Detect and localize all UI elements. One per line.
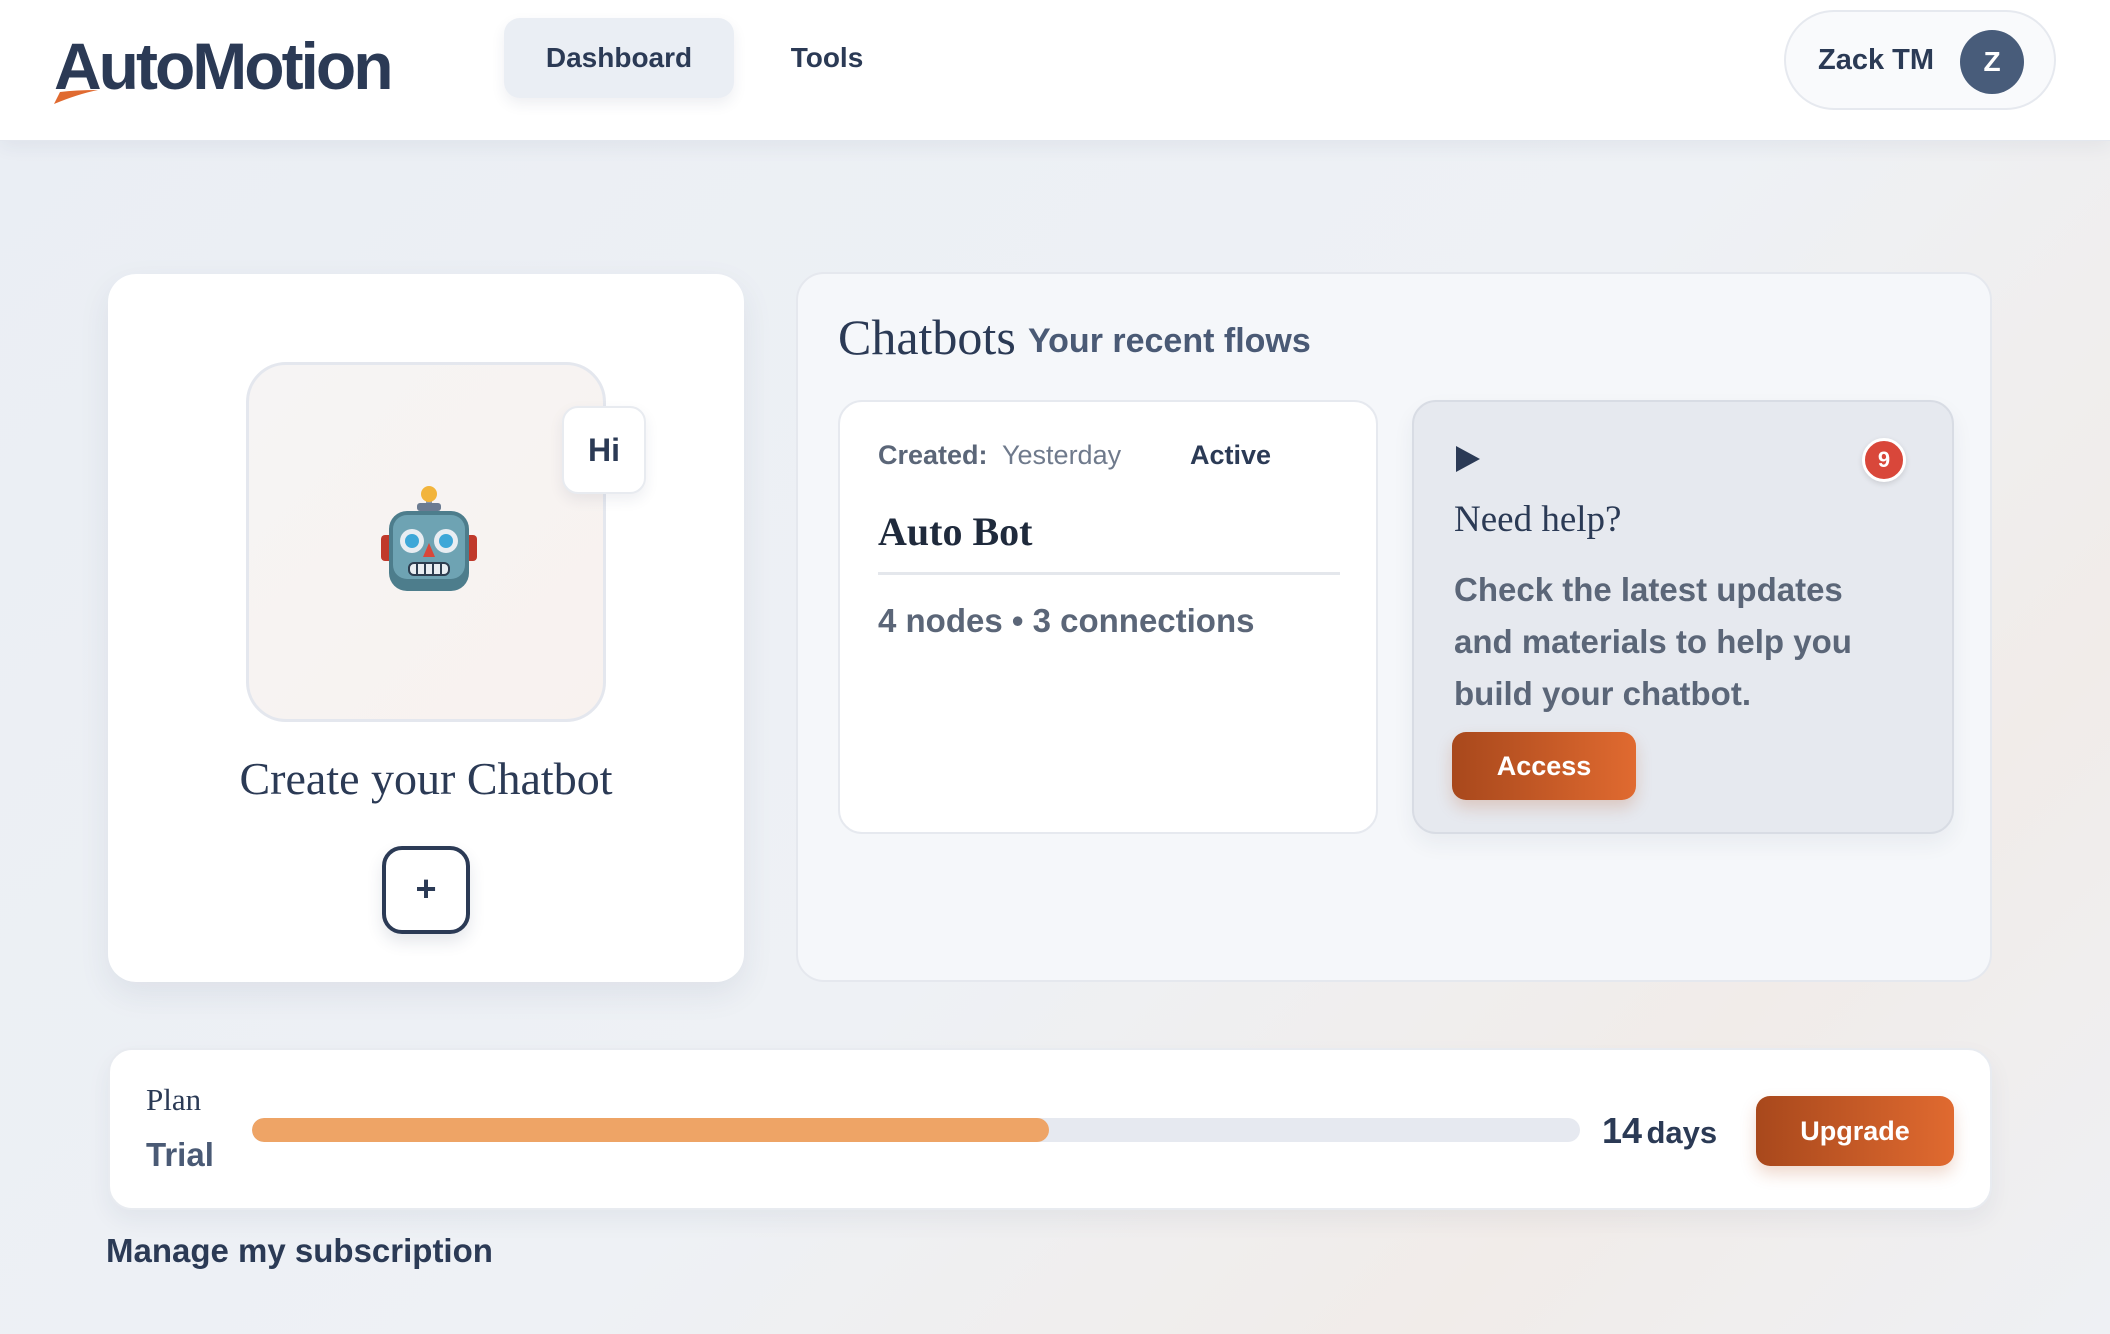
help-title: Need help? xyxy=(1454,499,1622,540)
robot-illustration xyxy=(246,362,606,722)
nav-tab-tools[interactable]: Tools xyxy=(760,18,894,98)
play-icon[interactable] xyxy=(1454,444,1482,474)
plan-name: Trial xyxy=(146,1136,214,1173)
create-chatbot-card: Hi Create your Chatbot + xyxy=(108,274,744,982)
automotion-logo[interactable]: AutoMotion xyxy=(54,26,394,106)
days-unit: days xyxy=(1646,1115,1718,1150)
notification-badge: 9 xyxy=(1862,438,1906,482)
flow-divider xyxy=(878,572,1340,575)
top-header: AutoMotion Dashboard Tools Zack TM Z xyxy=(0,0,2110,141)
create-chatbot-title: Create your Chatbot xyxy=(239,753,613,804)
speech-bubble: Hi xyxy=(562,406,646,494)
chatbots-panel: Chatbots Your recent flows Created: Yest… xyxy=(796,272,1992,982)
chatbots-title: Chatbots xyxy=(838,309,1016,365)
plan-label: Plan xyxy=(146,1082,202,1117)
plan-card: Plan Trial 14 days Upgrade xyxy=(108,1048,1992,1210)
days-number: 14 xyxy=(1602,1110,1643,1151)
user-name: Zack TM xyxy=(1818,44,1935,76)
logo-text: AutoMotion xyxy=(54,29,394,103)
add-chatbot-button[interactable]: + xyxy=(382,846,470,934)
avatar: Z xyxy=(1960,30,2024,94)
flow-created-value: Yesterday xyxy=(1002,440,1122,470)
flow-name: Auto Bot xyxy=(878,509,1033,554)
flow-meta: 4 nodes • 3 connections xyxy=(878,602,1255,639)
help-text: Check the latest updates and materials t… xyxy=(1454,571,1852,712)
help-card: 9 Need help? Check the latest updates an… xyxy=(1412,400,1954,834)
flow-card[interactable]: Created: Yesterday Active Auto Bot 4 nod… xyxy=(838,400,1378,834)
trial-progress-bar xyxy=(252,1118,1580,1142)
access-button[interactable]: Access xyxy=(1452,732,1636,800)
flow-status-badge: Active xyxy=(1190,440,1272,470)
user-menu[interactable]: Zack TM Z xyxy=(1784,10,2056,110)
manage-subscription-link[interactable]: Manage my subscription xyxy=(106,1232,493,1270)
trial-progress-fill xyxy=(252,1118,1049,1142)
robot-icon xyxy=(381,486,477,591)
upgrade-button[interactable]: Upgrade xyxy=(1756,1096,1954,1166)
chatbots-subtitle: Your recent flows xyxy=(1028,322,1311,360)
flow-created-label: Created: xyxy=(878,440,988,470)
logo-swoosh-icon xyxy=(54,90,98,104)
nav-tab-dashboard[interactable]: Dashboard xyxy=(504,18,734,98)
days-remaining: 14 days xyxy=(1602,1110,1717,1152)
